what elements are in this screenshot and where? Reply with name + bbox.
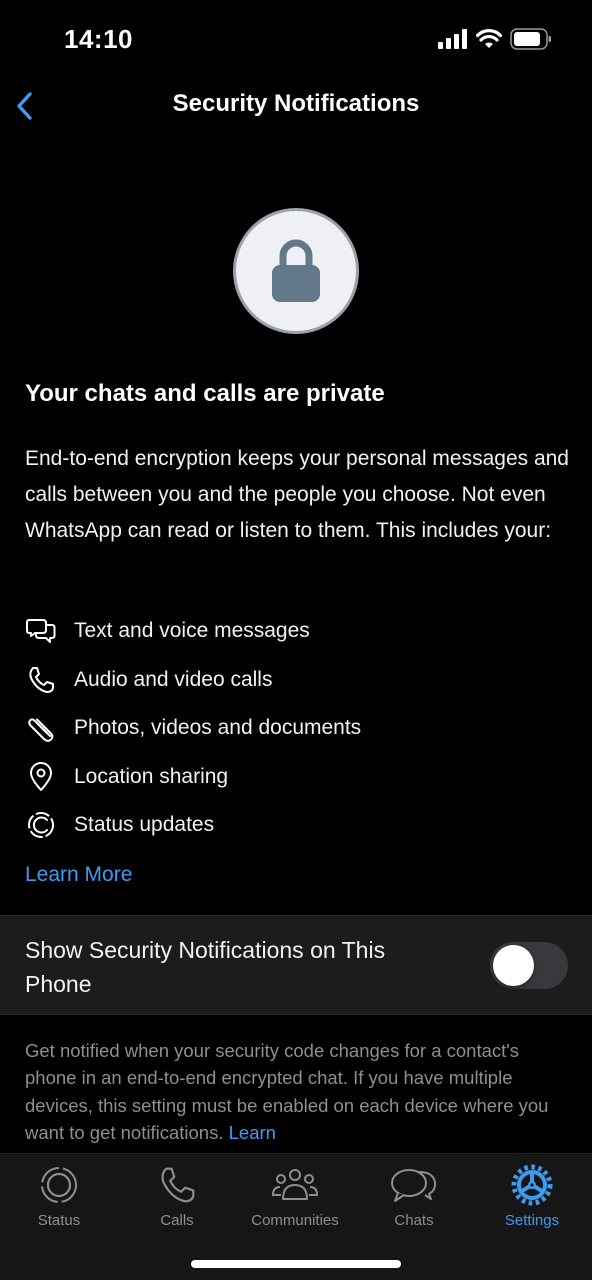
- security-notifications-toggle[interactable]: [490, 942, 568, 989]
- lock-icon: [272, 239, 320, 302]
- chat-bubbles-icon: [26, 619, 56, 644]
- feature-item: Audio and video calls: [25, 656, 361, 705]
- feature-item: Location sharing: [25, 753, 361, 802]
- signal-icon: [438, 29, 467, 49]
- toggle-knob: [493, 945, 534, 986]
- tab-calls[interactable]: Calls: [122, 1164, 232, 1229]
- feature-item: Photos, videos and documents: [25, 704, 361, 753]
- tab-status[interactable]: Status: [4, 1164, 114, 1229]
- feature-item: Text and voice messages: [25, 607, 361, 656]
- learn-link[interactable]: Learn: [229, 1122, 276, 1143]
- lock-badge: [233, 208, 359, 334]
- page-title: Security Notifications: [172, 90, 420, 117]
- feature-item: Status updates: [25, 801, 361, 850]
- section-heading: Your chats and calls are private: [25, 380, 385, 407]
- tab-settings[interactable]: Settings: [477, 1164, 587, 1229]
- toggle-label: Show Security Notifications on This Phon…: [25, 937, 386, 997]
- status-bar: 14:10: [0, 0, 592, 80]
- wifi-icon: [476, 29, 502, 48]
- phone-icon: [29, 666, 54, 693]
- feature-list: Text and voice messages Audio and video …: [25, 607, 361, 850]
- footer-description: Get notified when your security code cha…: [25, 1040, 549, 1143]
- status-icon: [41, 1167, 77, 1203]
- tab-communities[interactable]: Communities: [240, 1164, 350, 1229]
- chats-icon: [391, 1169, 437, 1202]
- battery-icon: [510, 28, 551, 50]
- home-indicator[interactable]: [191, 1260, 401, 1268]
- nav-bar: Security Notifications: [0, 80, 592, 132]
- security-notifications-row: Show Security Notifications on This Phon…: [0, 915, 592, 1015]
- location-pin-icon: [30, 761, 52, 791]
- settings-gear-icon: [511, 1164, 553, 1206]
- learn-more-link[interactable]: Learn More: [25, 863, 132, 887]
- status-time: 14:10: [64, 24, 133, 54]
- communities-icon: [271, 1169, 319, 1200]
- paperclip-icon: [28, 718, 54, 743]
- description-text: End-to-end encryption keeps your persona…: [25, 447, 569, 542]
- tab-chats[interactable]: Chats: [359, 1164, 469, 1229]
- status-icon: [28, 812, 54, 839]
- phone-icon: [161, 1167, 195, 1203]
